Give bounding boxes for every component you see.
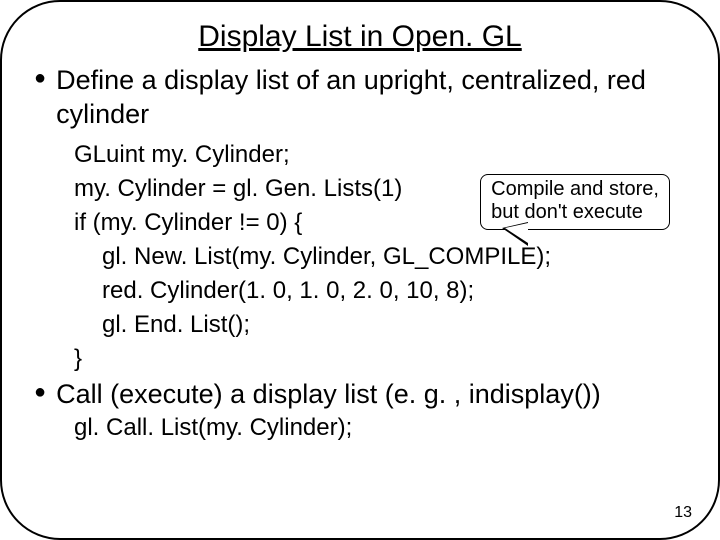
code-line-7: }: [74, 342, 690, 376]
page-number: 13: [674, 504, 692, 522]
code-line-4: gl. New. List(my. Cylinder, GL_COMPILE);: [74, 240, 690, 274]
code-line-1: GLuint my. Cylinder;: [74, 138, 690, 172]
bullet-1-text: Define a display list of an upright, cen…: [56, 64, 690, 132]
slide-frame: Display List in Open. GL ● Define a disp…: [0, 0, 720, 540]
callout-line-1: Compile and store,: [491, 178, 659, 201]
bullet-2-text: Call (execute) a display list (e. g. , i…: [56, 378, 601, 412]
bullet-dot-icon: ●: [34, 64, 46, 92]
callout-line-2: but don't execute: [491, 201, 659, 224]
code-line-6: gl. End. List();: [74, 308, 690, 342]
bullet-dot-icon: ●: [34, 378, 46, 406]
slide-title: Display List in Open. GL: [30, 20, 690, 54]
bullet-1: ● Define a display list of an upright, c…: [30, 64, 690, 132]
code-line-call: gl. Call. List(my. Cylinder);: [74, 414, 690, 442]
code-line-5: red. Cylinder(1. 0, 1. 0, 2. 0, 10, 8);: [74, 274, 690, 308]
bullet-2: ● Call (execute) a display list (e. g. ,…: [30, 378, 690, 412]
